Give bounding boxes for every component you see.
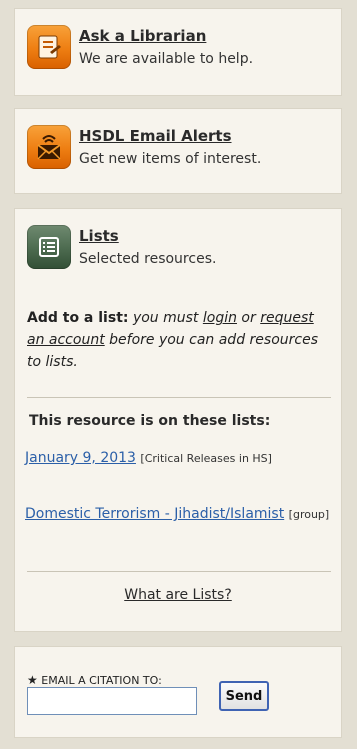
email-alerts-subtitle: Get new items of interest.	[79, 151, 262, 167]
list-item: January 9, 2013 [Critical Releases in HS…	[25, 447, 331, 470]
email-alerts-panel: HSDL Email Alerts Get new items of inter…	[14, 108, 342, 194]
list-item-link[interactable]: Domestic Terrorism - Jihadist/Islamist	[25, 506, 284, 522]
list-item-tag: [group]	[288, 508, 330, 521]
add-to-list-notice: Add to a list: you must login or request…	[27, 307, 331, 373]
ask-librarian-link[interactable]: Ask a Librarian	[79, 27, 206, 45]
email-citation-label: ★ EMAIL A CITATION TO:	[27, 673, 162, 687]
required-icon: ★	[27, 673, 38, 687]
login-link[interactable]: login	[203, 310, 237, 326]
list-item-link[interactable]: January 9, 2013	[25, 450, 136, 466]
lists-link[interactable]: Lists	[79, 227, 119, 245]
ask-librarian-subtitle: We are available to help.	[79, 51, 254, 67]
list-icon[interactable]	[27, 225, 71, 269]
divider	[27, 571, 331, 572]
email-citation-input[interactable]	[27, 687, 197, 715]
add-to-list-text-2: or	[241, 310, 256, 326]
divider	[27, 397, 331, 398]
email-citation-text: EMAIL A CITATION TO:	[41, 674, 162, 687]
email-citation-panel: ★ EMAIL A CITATION TO: Send	[14, 646, 342, 738]
lists-panel: Lists Selected resources. Add to a list:…	[14, 208, 342, 632]
librarian-icon[interactable]	[27, 25, 71, 69]
email-alerts-link[interactable]: HSDL Email Alerts	[79, 127, 232, 145]
send-button[interactable]: Send	[219, 681, 269, 711]
add-to-list-lead: Add to a list:	[27, 310, 129, 326]
what-are-lists-link[interactable]: What are Lists?	[15, 587, 341, 603]
on-lists-heading: This resource is on these lists:	[29, 413, 271, 429]
list-item: Domestic Terrorism - Jihadist/Islamist […	[25, 503, 331, 526]
lists-subtitle: Selected resources.	[79, 251, 217, 267]
list-item-tag: [Critical Releases in HS]	[140, 452, 272, 465]
email-alert-icon[interactable]	[27, 125, 71, 169]
add-to-list-text-1: you must	[132, 310, 199, 326]
ask-librarian-panel: Ask a Librarian We are available to help…	[14, 8, 342, 96]
